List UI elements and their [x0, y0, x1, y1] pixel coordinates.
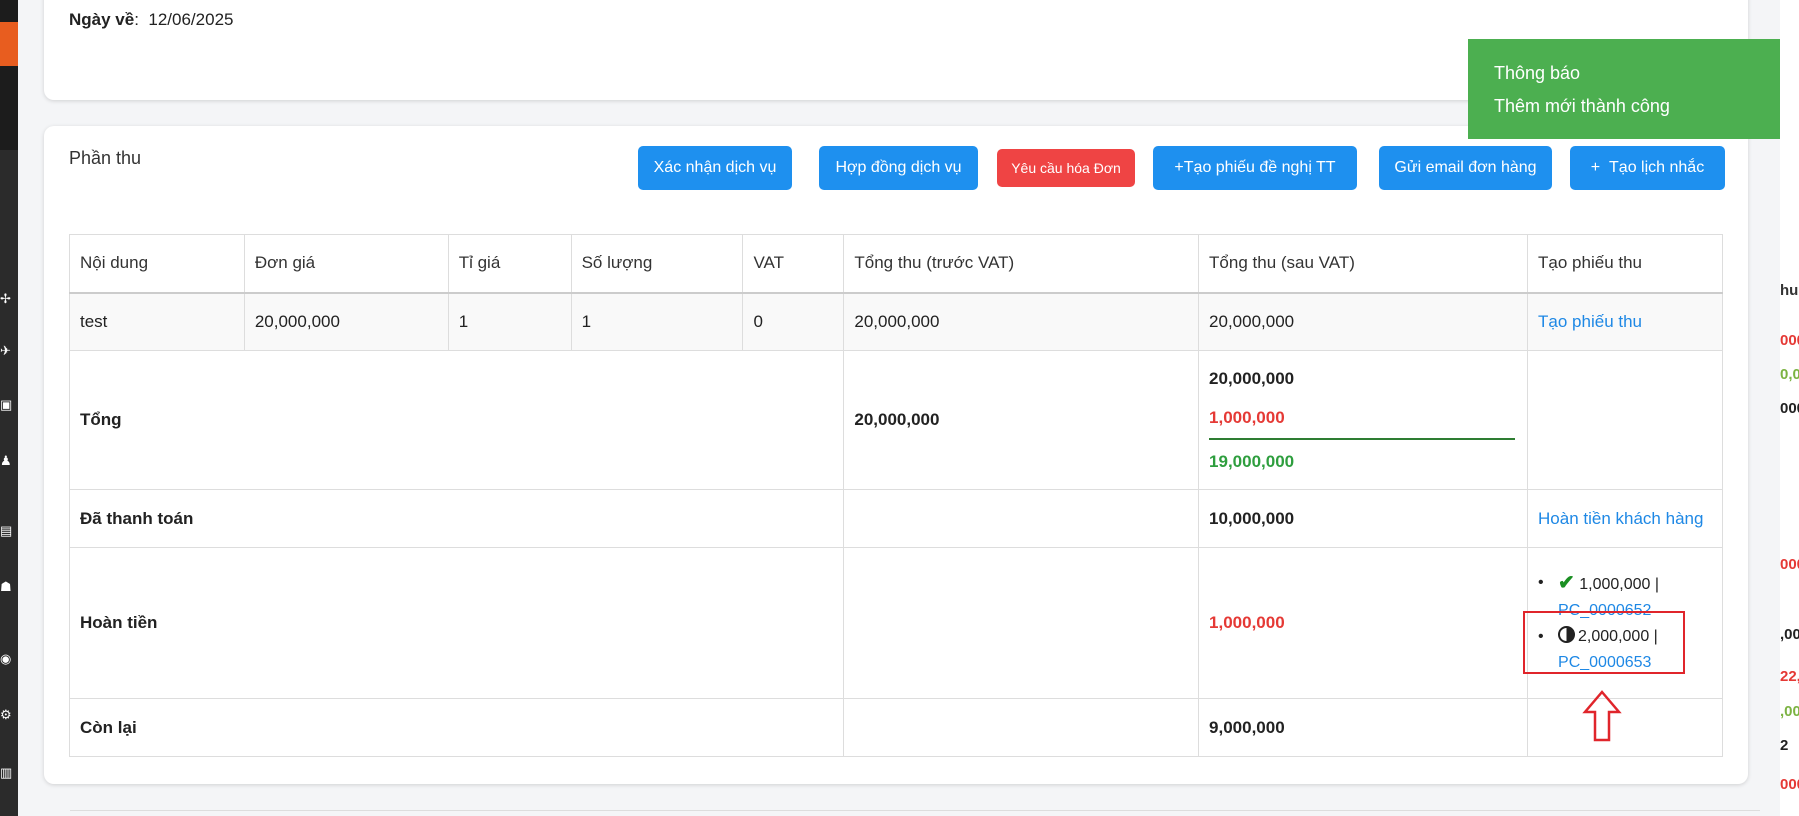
peek-text: 000: [1780, 776, 1799, 793]
sum-divider: [1209, 437, 1516, 440]
toast-message: Thêm mới thành công: [1494, 96, 1670, 116]
peek-text: 000: [1780, 332, 1799, 349]
refund-amount: 1,000,000 |: [1579, 576, 1660, 593]
receipts-card: Phần thu Xác nhận dịch vụ Hợp đồng dịch …: [44, 126, 1748, 784]
total-deduction: 1,000,000: [1209, 407, 1285, 427]
total-gross: 20,000,000: [1209, 368, 1295, 388]
plus-icon: +: [1590, 159, 1601, 176]
col-header-vat: VAT: [742, 234, 845, 293]
refund-label: Hoàn tiền: [68, 547, 845, 699]
remaining-row: Còn lại 9,000,000: [68, 698, 1723, 757]
peek-text: 000: [1780, 556, 1799, 573]
peek-text: hu: [1780, 282, 1799, 299]
network-icon[interactable]: ✢: [0, 292, 14, 306]
plus-icon: +: [1174, 159, 1184, 176]
notification-toast[interactable]: Thông báo Thêm mới thành công: [1468, 39, 1799, 139]
table-header-row: Nội dung Đơn giá Tỉ giá Số lượng VAT Tổn…: [69, 234, 1723, 293]
team-icon[interactable]: ☗: [0, 580, 14, 594]
refund-customer-link[interactable]: Hoàn tiền khách hàng: [1538, 509, 1703, 528]
send-order-email-button[interactable]: Gửi email đơn hàng: [1379, 146, 1552, 190]
right-side-panel: hu 000 0,0 000 000 ,00 22, ,00 2 000: [1780, 0, 1799, 816]
col-header-rate: Tỉ giá: [447, 234, 572, 293]
total-before-vat: 20,000,000: [843, 350, 1200, 490]
annotation-highlight-box: [1523, 611, 1685, 674]
service-contract-button[interactable]: Hợp đồng dịch vụ: [819, 146, 978, 190]
peek-text: 000: [1780, 400, 1799, 417]
total-after-vat-breakdown: 20,000,000 1,000,000 19,000,000: [1209, 369, 1517, 472]
cell-unit-price: 20,000,000: [243, 292, 449, 351]
annotation-arrow-up-icon: [1582, 690, 1622, 742]
col-header-total-after-vat: Tổng thu (sau VAT): [1198, 234, 1529, 293]
left-sidebar: ✢ ✈ ▣ ♟ ▤ ☗ ◉ ⚙ ▥: [0, 0, 18, 816]
remaining-value: 9,000,000: [1198, 698, 1529, 757]
toast-title: Thông báo: [1494, 63, 1581, 83]
table-row: test 20,000,000 1 1 0 20,000,000 20,000,…: [69, 292, 1723, 351]
app-logo[interactable]: [0, 22, 18, 66]
total-row: Tổng 20,000,000 20,000,000 1,000,000 19,…: [68, 350, 1723, 490]
user-icon[interactable]: ♟: [0, 454, 14, 468]
paid-value: 10,000,000: [1198, 489, 1529, 548]
col-header-create-receipt: Tạo phiếu thu: [1527, 234, 1723, 293]
paid-row: Đã thanh toán 10,000,000 Hoàn tiền khách…: [68, 489, 1723, 548]
check-icon: ✔: [1558, 572, 1575, 594]
bus-icon[interactable]: ▤: [0, 524, 14, 538]
action-toolbar: Xác nhận dịch vụ Hợp đồng dịch vụ Yêu cầ…: [44, 146, 1748, 190]
settings-icon[interactable]: ⚙: [0, 708, 14, 722]
cell-total-before-vat: 20,000,000: [843, 292, 1200, 351]
col-header-content: Nội dung: [69, 234, 245, 293]
return-date-value: 12/06/2025: [148, 10, 234, 29]
col-header-quantity: Số lượng: [570, 234, 744, 293]
refund-value: 1,000,000: [1198, 547, 1529, 699]
return-date-label: Ngày về: [69, 10, 135, 29]
confirm-service-button[interactable]: Xác nhận dịch vụ: [638, 146, 792, 190]
create-reminder-button[interactable]: + Tạo lịch nhắc: [1570, 146, 1725, 190]
paid-label: Đã thanh toán: [68, 489, 845, 548]
total-label: Tổng: [68, 350, 845, 490]
cell-total-after-vat: 20,000,000: [1198, 292, 1529, 351]
peek-text: 2: [1780, 737, 1789, 754]
remaining-label: Còn lại: [68, 698, 845, 757]
document-icon[interactable]: ▥: [0, 766, 14, 780]
peek-text: ,00: [1780, 626, 1799, 643]
refund-row: Hoàn tiền 1,000,000 ✔ 1,000,000 | PC_000…: [68, 547, 1723, 699]
return-date-line: Ngày về: 12/06/2025: [69, 10, 234, 29]
cell-rate: 1: [447, 292, 572, 351]
plane-icon[interactable]: ✈: [0, 344, 14, 358]
cell-content: test: [69, 292, 245, 351]
divider: [70, 810, 1760, 811]
steering-icon[interactable]: ◉: [0, 652, 14, 666]
col-header-total-before-vat: Tổng thu (trước VAT): [843, 234, 1200, 293]
cell-quantity: 1: [570, 292, 744, 351]
peek-text: ,00: [1780, 703, 1799, 720]
invoice-request-button[interactable]: Yêu cầu hóa Đơn: [997, 149, 1135, 187]
col-header-unit-price: Đơn giá: [243, 234, 449, 293]
total-net: 19,000,000: [1209, 451, 1295, 471]
receipts-table: Nội dung Đơn giá Tỉ giá Số lượng VAT Tổn…: [68, 234, 1723, 757]
peek-text: 22,: [1780, 668, 1799, 685]
card-icon[interactable]: ▣: [0, 398, 14, 412]
peek-text: 0,0: [1780, 366, 1799, 383]
create-payment-request-button[interactable]: +Tạo phiếu đề nghị TT: [1153, 146, 1357, 190]
cell-vat: 0: [742, 292, 845, 351]
create-receipt-link[interactable]: Tạo phiếu thu: [1538, 312, 1642, 331]
